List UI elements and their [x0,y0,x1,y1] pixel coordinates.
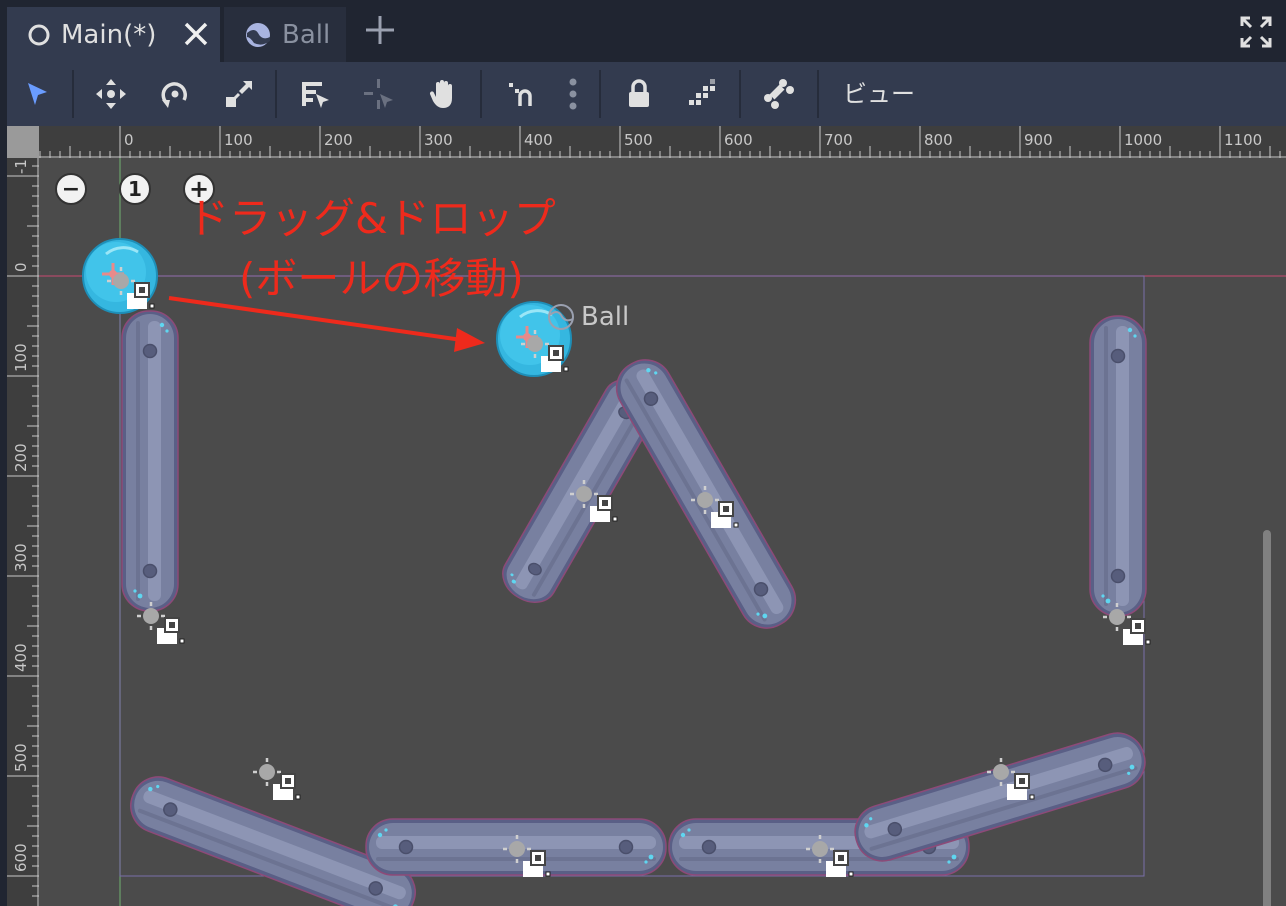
ruler-label: 200 [324,131,353,149]
toolbar-separator [480,70,482,118]
tab-ball-label: Ball [282,19,331,50]
toolbar-separator [817,70,819,118]
ruler-label: 100 [12,343,30,372]
svg-text:−: − [62,177,80,202]
ruler-label: 1100 [1224,131,1262,149]
pivot-tool-icon[interactable] [361,76,397,112]
group-icon[interactable] [685,76,721,112]
fullscreen-icon[interactable] [1240,16,1272,52]
pan-tool-icon[interactable] [425,76,461,112]
node-label-text: Ball [581,302,630,332]
platform-bar[interactable] [847,725,1153,869]
ruler-label: 400 [524,131,553,149]
ruler-label: 600 [724,131,753,149]
ruler-label: 500 [12,743,30,772]
platform-bar[interactable] [1089,315,1147,617]
svg-text:1: 1 [128,177,142,201]
canvas-toolbar: ビュー [7,62,1286,126]
vertical-scrollbar[interactable] [1263,530,1271,906]
smart-snap-icon[interactable] [503,76,539,112]
drag-arrow [168,296,485,352]
tab-main-label: Main(*) [61,19,157,50]
node-label: Ball [547,302,629,332]
scale-tool-icon[interactable] [221,76,257,112]
ruler-label: -1 [12,159,30,174]
scene-tab-bar: Main(*) Ball [0,0,1286,62]
snap-options-icon[interactable] [555,76,591,112]
toolbar-separator [275,70,277,118]
move-tool-icon[interactable] [93,76,129,112]
toolbar-separator [739,70,741,118]
ruler-corner [7,126,39,158]
ruler-label: 400 [12,643,30,672]
platform-bar[interactable] [121,310,179,612]
ruler-label: 0 [12,262,30,272]
lock-icon[interactable] [621,76,657,112]
ruler-label: 1000 [1124,131,1162,149]
tab-ball[interactable]: Ball [224,7,346,62]
ruler-label: 200 [12,443,30,472]
ruler-label: 800 [924,131,953,149]
node2d-circle-icon [27,23,51,47]
ruler-label: 700 [824,131,853,149]
ruler-label: 300 [12,543,30,572]
ruler-label: 600 [12,843,30,872]
view-menu-button[interactable]: ビュー [843,76,915,112]
list-select-icon[interactable] [297,76,333,112]
add-tab-button[interactable] [364,14,396,50]
ruler-label: 300 [424,131,453,149]
ruler-label: 0 [124,131,134,149]
toolbar-separator [599,70,601,118]
annotation-line-1: ドラッグ&ドロップ [187,194,556,243]
ruler-label: 900 [1024,131,1053,149]
select-tool-icon[interactable] [19,76,55,112]
bone-icon[interactable] [761,76,797,112]
ruler-label: 100 [224,131,253,149]
ruler-label: 500 [624,131,653,149]
rotate-tool-icon[interactable] [157,76,193,112]
zoom-reset-icon[interactable]: 1 [118,172,152,206]
tab-main[interactable]: Main(*) [7,7,220,62]
globe-icon [548,304,574,330]
collision-shape-icon [251,756,302,802]
annotation-line-2: (ボールの移動) [239,254,524,303]
close-icon[interactable] [182,20,210,55]
toolbar-separator [72,70,74,118]
canvas-viewport[interactable]: 0 100 200 300 400 500 600 700 800 900 1000 1100 -1 0 1… [7,126,1286,906]
globe-icon [244,21,272,49]
zoom-out-icon[interactable]: − [54,172,88,206]
